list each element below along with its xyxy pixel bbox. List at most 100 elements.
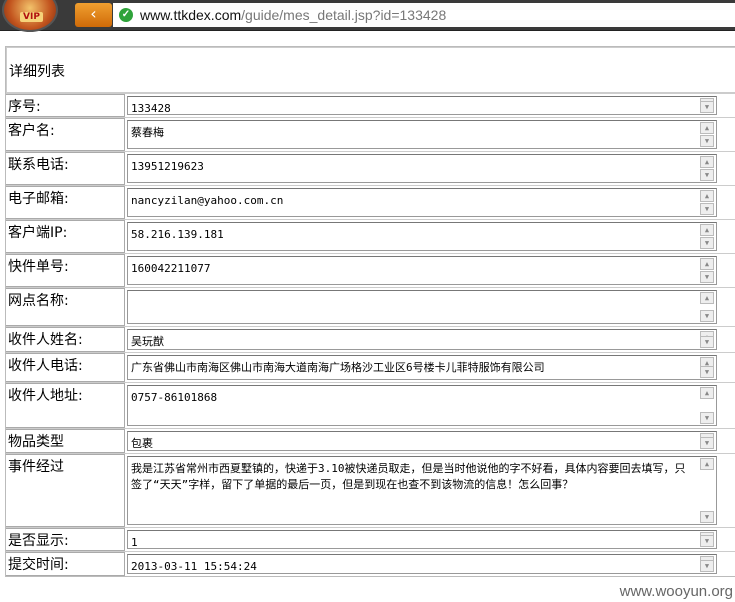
field-textarea[interactable]: 我是江苏省常州市西夏墅镇的，快递于3.10被快递员取走，但是当时他说他的字不好看… [127,456,717,525]
scrollbar[interactable]: ▲▼ [700,98,714,113]
scrollbar[interactable]: ▲▼ [700,292,714,322]
scroll-down-icon[interactable]: ▼ [700,560,714,572]
scroll-up-icon[interactable]: ▲ [700,190,714,202]
scroll-up-icon[interactable]: ▲ [700,458,714,470]
scroll-down-icon[interactable]: ▼ [700,271,714,283]
scroll-down-icon[interactable]: ▼ [700,412,714,424]
field-cell: 133428 ▲▼ [125,94,721,117]
vip-logo[interactable]: VIP [2,0,58,32]
table-row: 收件人电话: 广东省佛山市南海区佛山市南海大道南海广场格沙工业区6号楼卡儿菲特服… [6,352,735,382]
scrollbar[interactable]: ▲▼ [700,331,714,348]
scroll-up-icon[interactable]: ▲ [700,122,714,134]
scrollbar[interactable]: ▲▼ [700,387,714,424]
field-cell: 吴玩猷 ▲▼ [125,327,721,352]
field-label: 网点名称: [6,288,125,326]
field-value: 2013-03-11 15:54:24 [131,560,257,573]
field-textarea[interactable]: ▲ ▼ [127,290,717,324]
back-button[interactable]: ‹ [75,3,112,27]
field-value: nancyzilan@yahoo.com.cn [131,194,284,207]
field-value: 13951219623 [131,160,204,173]
field-textarea[interactable]: 58.216.139.181 ▲ ▼ [127,222,717,251]
scroll-down-icon[interactable]: ▼ [700,535,714,547]
scroll-down-icon[interactable]: ▼ [700,101,714,113]
table-row: 物品类型 包裹 ▲▼ [6,428,735,453]
field-textarea[interactable]: 蔡春梅 ▲ ▼ [127,120,717,149]
field-value: 包裹 [131,437,153,450]
scrollbar[interactable]: ▲▼ [700,433,714,449]
field-value: 吴玩猷 [131,335,164,348]
table-row: 客户端IP: 58.216.139.181 ▲ ▼ [6,219,735,253]
scrollbar[interactable]: ▲▼ [700,458,714,523]
field-cell: nancyzilan@yahoo.com.cn ▲ ▼ [125,186,721,219]
table-row: 快件单号: 160042211077 ▲ ▼ [6,253,735,287]
scroll-up-icon[interactable]: ▲ [700,156,714,168]
field-cell: 2013-03-11 15:54:24 ▲▼ [125,552,721,576]
field-value: 1 [131,536,138,549]
watermark: www.wooyun.org [619,583,733,600]
field-cell: 58.216.139.181 ▲ ▼ [125,220,721,253]
table-row: 电子邮箱: nancyzilan@yahoo.com.cn ▲ ▼ [6,185,735,219]
field-textarea[interactable]: 包裹 ▲▼ [127,431,717,451]
scroll-down-icon[interactable]: ▼ [700,135,714,147]
field-cell: ▲ ▼ [125,288,721,326]
field-cell: 0757-86101868 ▲ ▼ [125,383,721,428]
table-row: 事件经过 我是江苏省常州市西夏墅镇的，快递于3.10被快递员取走，但是当时他说他… [6,453,735,527]
page-title: 详细列表 [6,47,735,93]
scroll-down-icon[interactable]: ▼ [700,437,714,449]
scroll-down-icon[interactable]: ▼ [700,511,714,523]
field-label: 收件人地址: [6,383,125,428]
scrollbar[interactable]: ▲▼ [700,357,714,378]
field-textarea[interactable]: 1 ▲▼ [127,530,717,549]
field-label: 快件单号: [6,254,125,287]
field-textarea[interactable]: 13951219623 ▲ ▼ [127,154,717,183]
field-label: 物品类型 [6,429,125,453]
scrollbar[interactable]: ▲▼ [700,258,714,283]
field-value: 58.216.139.181 [131,228,224,241]
scroll-down-icon[interactable]: ▼ [700,203,714,215]
scrollbar[interactable]: ▲▼ [700,224,714,249]
url-path: /guide/mes_detail.jsp?id=133428 [241,7,447,23]
field-label: 客户端IP: [6,220,125,253]
scroll-down-icon[interactable]: ▼ [700,237,714,249]
scroll-down-icon[interactable]: ▼ [700,366,714,378]
field-value: 0757-86101868 [131,391,218,404]
scrollbar[interactable]: ▲▼ [700,532,714,547]
scroll-down-icon[interactable]: ▼ [700,310,714,322]
field-textarea[interactable]: 广东省佛山市南海区佛山市南海大道南海广场格沙工业区6号楼卡儿菲特服饰有限公司 ▲ ▼ [127,355,717,380]
scrollbar[interactable]: ▲▼ [700,122,714,147]
scroll-up-icon[interactable]: ▲ [700,258,714,270]
field-label: 是否显示: [6,528,125,551]
field-label: 收件人电话: [6,353,125,382]
field-label: 序号: [6,94,125,117]
field-textarea[interactable]: 吴玩猷 ▲▼ [127,329,717,350]
field-cell: 160042211077 ▲ ▼ [125,254,721,287]
field-textarea[interactable]: 2013-03-11 15:54:24 ▲▼ [127,554,717,574]
field-value: 蔡春梅 [131,126,164,139]
scrollbar[interactable]: ▲▼ [700,156,714,181]
field-textarea[interactable]: 160042211077 ▲ ▼ [127,256,717,285]
scroll-up-icon[interactable]: ▲ [700,292,714,304]
field-textarea[interactable]: 0757-86101868 ▲ ▼ [127,385,717,426]
scroll-up-icon[interactable]: ▲ [700,387,714,399]
field-textarea[interactable]: 133428 ▲▼ [127,96,717,115]
browser-toolbar: VIP ‹ ✓ www.ttkdex.com/guide/mes_detail.… [0,0,735,32]
table-row: 联系电话: 13951219623 ▲ ▼ [6,151,735,185]
field-cell: 1 ▲▼ [125,528,721,551]
scroll-up-icon[interactable]: ▲ [700,224,714,236]
field-label: 电子邮箱: [6,186,125,219]
field-value: 我是江苏省常州市西夏墅镇的，快递于3.10被快递员取走，但是当时他说他的字不好看… [131,462,686,491]
scrollbar[interactable]: ▲▼ [700,190,714,215]
field-label: 事件经过 [6,454,125,527]
table-row: 提交时间: 2013-03-11 15:54:24 ▲▼ [6,551,735,576]
scrollbar[interactable]: ▲▼ [700,556,714,572]
field-textarea[interactable]: nancyzilan@yahoo.com.cn ▲ ▼ [127,188,717,217]
field-cell: 我是江苏省常州市西夏墅镇的，快递于3.10被快递员取走，但是当时他说他的字不好看… [125,454,721,527]
table-row: 客户名: 蔡春梅 ▲ ▼ [6,117,735,151]
scroll-down-icon[interactable]: ▼ [700,169,714,181]
scroll-down-icon[interactable]: ▼ [700,336,714,348]
table-row: 网点名称: ▲ ▼ [6,287,735,326]
table-row: 收件人地址: 0757-86101868 ▲ ▼ [6,382,735,428]
address-bar[interactable]: ✓ www.ttkdex.com/guide/mes_detail.jsp?id… [113,3,735,27]
field-label: 提交时间: [6,552,125,576]
field-cell: 包裹 ▲▼ [125,429,721,453]
